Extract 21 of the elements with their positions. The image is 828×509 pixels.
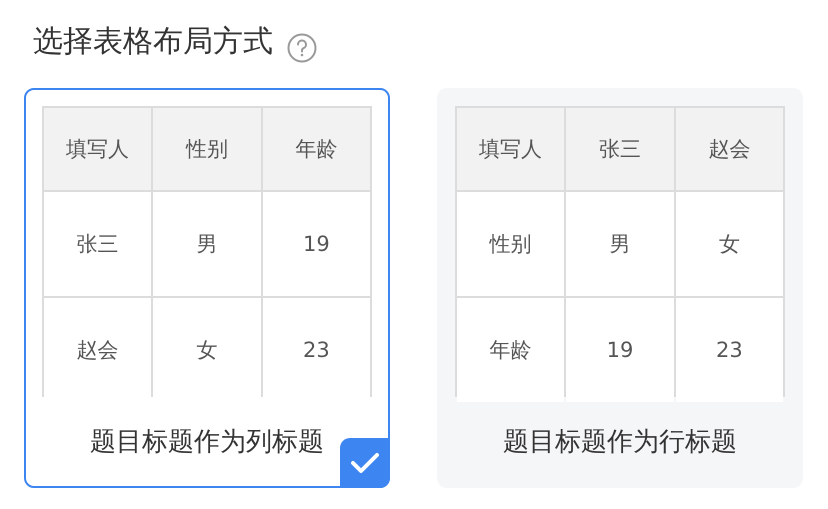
table-cell: 年龄	[457, 298, 564, 402]
table-cell: 23	[676, 298, 783, 402]
table-header-cell: 年龄	[262, 108, 370, 190]
layout-option-card[interactable]: 填写人 性别 年龄 张三 男 19 赵会 女 23 题目标题作为列标题	[24, 88, 390, 488]
table-header-cell: 填写人	[44, 108, 152, 190]
table-cell: 女	[676, 192, 783, 296]
section-title: 选择表格布局方式	[33, 22, 273, 60]
help-icon[interactable]	[287, 33, 317, 63]
option-caption: 题目标题作为列标题	[90, 426, 324, 459]
table-cell: 19	[566, 298, 674, 402]
table-header-cell: 张三	[566, 108, 674, 190]
table-header-cell: 性别	[153, 108, 261, 190]
table-header-cell: 赵会	[676, 108, 783, 190]
table-cell: 张三	[44, 192, 152, 296]
option-caption: 题目标题作为行标题	[503, 426, 737, 459]
table-cell: 性别	[457, 192, 564, 296]
layout-option-card[interactable]: 填写人 张三 赵会 性别 男 女 年龄 19 23 题目标题作为行标题	[437, 88, 803, 488]
table-cell: 19	[262, 192, 370, 296]
table-cell: 男	[153, 192, 261, 296]
table-cell: 男	[566, 192, 674, 296]
table-header-cell: 填写人	[457, 108, 564, 190]
